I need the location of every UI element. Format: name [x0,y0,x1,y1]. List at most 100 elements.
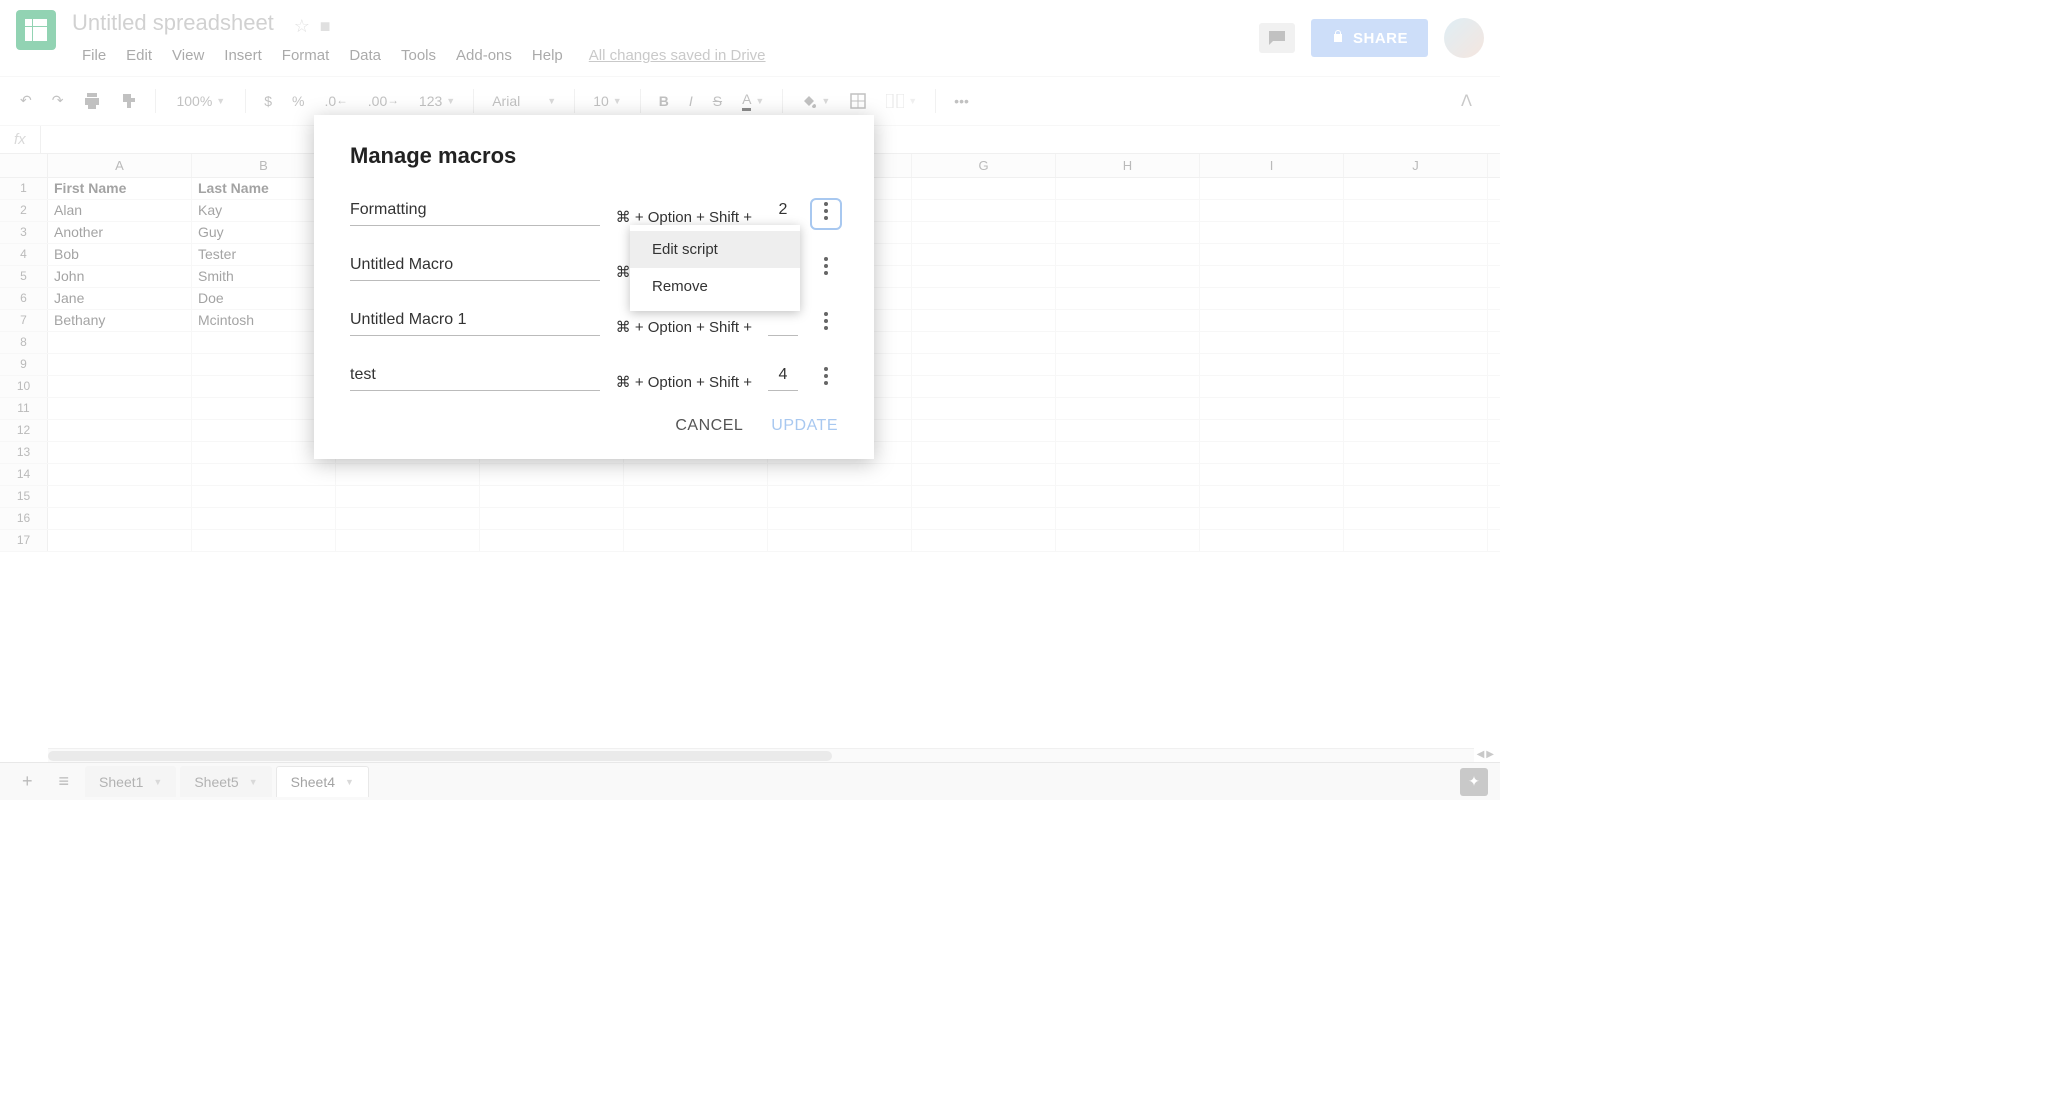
cell[interactable] [1056,398,1200,419]
cell[interactable] [48,442,192,463]
cell[interactable] [1200,376,1344,397]
cell[interactable] [1056,288,1200,309]
cell[interactable] [1200,486,1344,507]
menu-insert[interactable]: Insert [214,43,272,68]
sheet-tab-menu-icon[interactable]: ▼ [345,777,354,787]
cell[interactable] [624,508,768,529]
comments-button[interactable] [1259,23,1295,53]
shortcut-key-input[interactable]: 4 [768,362,798,391]
row-header[interactable]: 13 [0,442,48,463]
cell[interactable] [1344,244,1488,265]
cell[interactable] [336,464,480,485]
cell[interactable] [1344,288,1488,309]
sheet-tab-menu-icon[interactable]: ▼ [249,777,258,787]
cell[interactable] [1056,178,1200,199]
cell[interactable]: Bob [48,244,192,265]
cell[interactable] [48,376,192,397]
account-avatar[interactable] [1444,18,1484,58]
row-header[interactable]: 17 [0,530,48,551]
row-header[interactable]: 1 [0,178,48,199]
macro-name-input[interactable]: test [350,362,600,391]
merge-cells-button[interactable]: ▼ [878,88,925,114]
cell[interactable] [1344,398,1488,419]
cell[interactable] [48,464,192,485]
column-header[interactable]: G [912,154,1056,177]
cell[interactable] [192,486,336,507]
star-icon[interactable]: ☆ [294,16,310,37]
cell[interactable]: Bethany [48,310,192,331]
cell[interactable] [1200,266,1344,287]
shortcut-key-input[interactable] [768,325,798,336]
menu-view[interactable]: View [162,43,214,68]
shortcut-key-input[interactable]: 2 [768,197,798,226]
increase-decimal-button[interactable]: .00→ [360,87,407,115]
cell[interactable] [48,398,192,419]
percent-button[interactable]: % [284,87,312,115]
number-format-button[interactable]: 123▼ [411,87,463,115]
cell[interactable] [1056,266,1200,287]
cell[interactable] [1056,222,1200,243]
cell[interactable] [1344,486,1488,507]
cell[interactable] [1200,200,1344,221]
cell[interactable] [1344,442,1488,463]
strikethrough-button[interactable]: S [705,87,730,115]
cell[interactable]: Another [48,222,192,243]
row-header[interactable]: 5 [0,266,48,287]
row-header[interactable]: 11 [0,398,48,419]
menu-tools[interactable]: Tools [391,43,446,68]
menu-add-ons[interactable]: Add-ons [446,43,522,68]
cell[interactable] [192,530,336,551]
macro-name-input[interactable]: Untitled Macro 1 [350,307,600,336]
cell[interactable] [1056,310,1200,331]
font-family-select[interactable]: Arial▼ [484,87,564,115]
cell[interactable] [1056,332,1200,353]
cell[interactable]: First Name [48,178,192,199]
share-button[interactable]: SHARE [1311,19,1428,57]
cell[interactable] [1200,332,1344,353]
row-header[interactable]: 3 [0,222,48,243]
all-sheets-button[interactable]: ≡ [49,765,80,798]
cell[interactable] [1344,222,1488,243]
cell[interactable] [912,508,1056,529]
row-header[interactable]: 10 [0,376,48,397]
folder-icon[interactable]: ■ [320,16,331,37]
menu-file[interactable]: File [72,43,116,68]
cell[interactable] [336,486,480,507]
print-button[interactable] [75,87,109,115]
menu-edit[interactable]: Edit [116,43,162,68]
cell[interactable] [1344,310,1488,331]
italic-button[interactable]: I [681,87,701,115]
row-header[interactable]: 8 [0,332,48,353]
cell[interactable] [912,376,1056,397]
cell[interactable] [1056,442,1200,463]
cell[interactable] [1200,442,1344,463]
cell[interactable] [336,508,480,529]
sheet-tab[interactable]: Sheet4▼ [276,766,369,797]
cell[interactable] [1056,244,1200,265]
cell[interactable] [1344,200,1488,221]
cell[interactable] [1344,332,1488,353]
cell[interactable] [1200,244,1344,265]
cell[interactable] [912,222,1056,243]
cell[interactable] [1200,354,1344,375]
row-header[interactable]: 16 [0,508,48,529]
cell[interactable]: Jane [48,288,192,309]
currency-button[interactable]: $ [256,87,280,115]
zoom-select[interactable]: 100%▼ [166,87,235,115]
cell[interactable] [480,508,624,529]
row-header[interactable]: 6 [0,288,48,309]
cell[interactable] [624,486,768,507]
add-sheet-button[interactable]: + [12,765,43,798]
cell[interactable] [768,530,912,551]
cell[interactable] [336,530,480,551]
cell[interactable] [192,508,336,529]
row-header[interactable]: 14 [0,464,48,485]
font-size-select[interactable]: 10▼ [585,87,630,115]
sheet-tab[interactable]: Sheet1▼ [85,766,176,797]
row-header[interactable]: 9 [0,354,48,375]
cell[interactable] [768,508,912,529]
select-all-cell[interactable] [0,154,48,177]
context-menu-item[interactable]: Remove [630,268,800,305]
cell[interactable] [1344,178,1488,199]
cell[interactable] [1200,464,1344,485]
